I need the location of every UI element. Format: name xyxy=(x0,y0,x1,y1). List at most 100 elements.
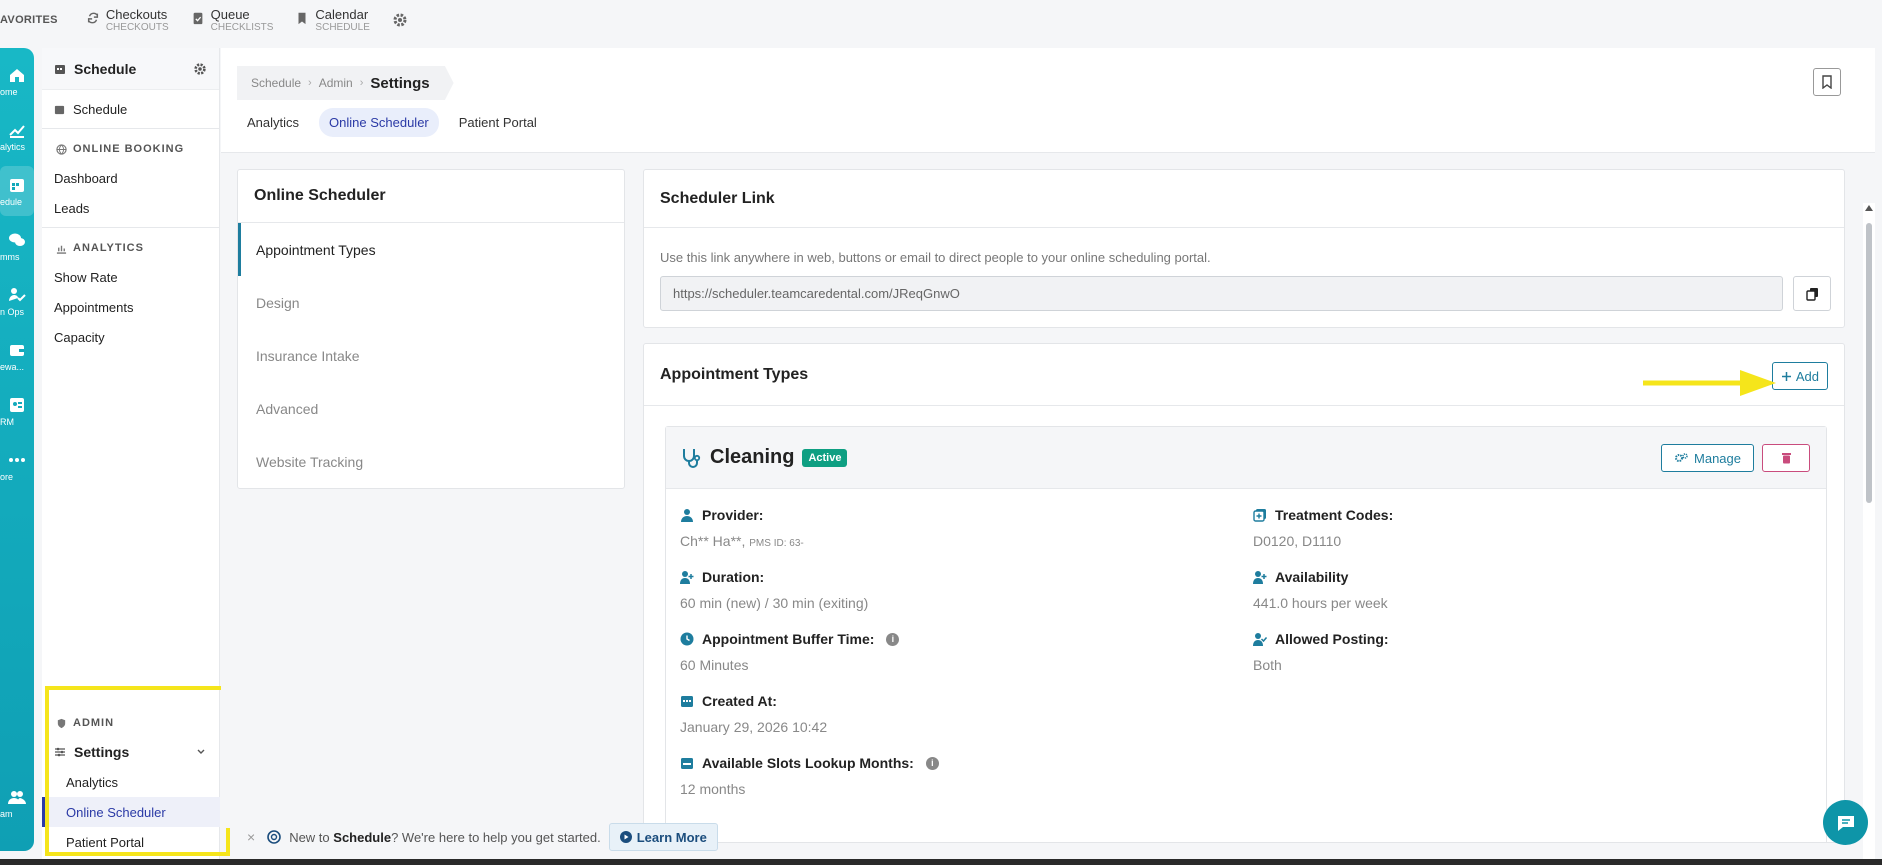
medical-plus-icon xyxy=(1253,509,1266,522)
breadcrumb: Schedule › Admin › Settings xyxy=(237,66,454,100)
field-label: Provider: xyxy=(702,507,764,523)
sidebar-item-admin-analytics[interactable]: Analytics xyxy=(42,767,220,797)
rail-crm[interactable]: RM xyxy=(0,386,34,436)
field-duration: Duration: 60 min (new) / 30 min (exiting… xyxy=(680,569,1200,611)
tab-patient-portal[interactable]: Patient Portal xyxy=(449,108,547,137)
section-online-booking: ONLINE BOOKING xyxy=(42,135,219,163)
gear-icon[interactable] xyxy=(392,12,408,28)
tab-online-scheduler[interactable]: Online Scheduler xyxy=(319,108,439,137)
sidebar-header: Schedule xyxy=(42,48,219,90)
delete-button[interactable] xyxy=(1762,444,1810,472)
globe-icon xyxy=(56,143,67,155)
sidebar-item-schedule[interactable]: Schedule xyxy=(42,94,219,124)
close-icon[interactable]: × xyxy=(247,829,255,845)
rail-ops[interactable]: n Ops xyxy=(0,276,34,326)
main-panel: Schedule › Admin › Settings Analytics On… xyxy=(221,48,1875,865)
help-text: New to Schedule? We're here to help you … xyxy=(289,829,601,845)
favorite-title: Checkouts xyxy=(105,6,168,22)
info-icon[interactable]: i xyxy=(886,632,900,646)
bookmark-icon xyxy=(298,12,306,24)
scrollbar[interactable] xyxy=(1863,203,1875,865)
breadcrumb-item[interactable]: Admin xyxy=(319,76,353,90)
menu-item-design[interactable]: Design xyxy=(238,276,624,329)
scroll-up-arrow[interactable] xyxy=(1865,205,1873,211)
help-bar: × New to Schedule? We're here to help yo… xyxy=(247,822,718,852)
rail-analytics[interactable]: alytics xyxy=(0,111,34,161)
add-appointment-type-button[interactable]: Add xyxy=(1771,362,1828,390)
field-slots-lookup: Available Slots Lookup Months: i 12 month… xyxy=(680,755,1200,797)
menu-item-advanced[interactable]: Advanced xyxy=(238,382,624,435)
field-value: 60 min (new) / 30 min (exiting) xyxy=(680,595,869,611)
more-icon xyxy=(9,457,25,462)
crm-icon xyxy=(10,397,24,412)
rail-comms[interactable]: mms xyxy=(0,221,34,271)
sidebar-item-label: Appointments xyxy=(54,299,134,315)
stethoscope-icon xyxy=(683,448,701,468)
sidebar-item-appointments[interactable]: Appointments xyxy=(42,292,219,322)
favorite-queue[interactable]: Queue CHECKLISTS xyxy=(191,7,273,34)
menu-item-insurance-intake[interactable]: Insurance Intake xyxy=(238,329,624,382)
shield-icon xyxy=(57,718,66,728)
menu-title: Online Scheduler xyxy=(238,170,624,223)
section-analytics: ANALYTICS xyxy=(42,234,219,262)
field-allowed-posting: Allowed Posting: Both xyxy=(1253,631,1773,673)
favorite-calendar[interactable]: Calendar SCHEDULE xyxy=(295,7,370,34)
copy-link-button[interactable] xyxy=(1793,276,1831,311)
breadcrumb-item[interactable]: Schedule xyxy=(251,76,301,90)
page-title: Settings xyxy=(370,74,430,92)
divider xyxy=(42,128,219,129)
field-value: Both xyxy=(1253,657,1282,673)
rail-more[interactable]: ore xyxy=(0,441,34,491)
favorite-subtitle: CHECKOUTS xyxy=(105,21,169,33)
clock-icon xyxy=(680,632,694,646)
scheduler-url-field[interactable]: https://scheduler.teamcaredental.com/JRe… xyxy=(660,276,1783,311)
rail-rewards[interactable]: ewa... xyxy=(0,331,34,381)
section-title: ANALYTICS xyxy=(73,242,144,254)
scrollbar-thumb[interactable] xyxy=(1866,223,1872,503)
section-title: ONLINE BOOKING xyxy=(73,143,185,155)
bookmark-button[interactable] xyxy=(1813,68,1841,96)
manage-button[interactable]: Manage xyxy=(1661,444,1754,472)
sidebar-item-leads[interactable]: Leads xyxy=(42,193,219,223)
play-icon xyxy=(619,831,632,843)
sidebar-item-label: Analytics xyxy=(66,774,119,790)
gears-icon xyxy=(1675,453,1688,462)
learn-more-label: Learn More xyxy=(636,829,707,845)
rail-label: ome xyxy=(0,86,18,97)
menu-item-website-tracking[interactable]: Website Tracking xyxy=(238,435,624,488)
sidebar-item-capacity[interactable]: Capacity xyxy=(42,322,219,352)
clipboard-check-icon xyxy=(193,12,202,24)
field-label: Availability xyxy=(1275,569,1349,585)
rail-schedule[interactable]: edule xyxy=(0,166,34,216)
learn-more-button[interactable]: Learn More xyxy=(608,823,718,851)
menu-item-appointment-types[interactable]: Appointment Types xyxy=(238,223,624,276)
appointment-type-card: Cleaning Active Manage Provider: Ch** Ha… xyxy=(665,426,1827,842)
favorite-checkouts[interactable]: Checkouts CHECKOUTS xyxy=(86,7,169,34)
sidebar-item-show-rate[interactable]: Show Rate xyxy=(42,262,219,292)
calendar-icon xyxy=(10,178,24,192)
rail-team[interactable]: am xyxy=(0,778,34,828)
tab-analytics[interactable]: Analytics xyxy=(237,108,309,137)
chat-widget-button[interactable] xyxy=(1823,800,1868,845)
sidebar-group-settings[interactable]: Settings xyxy=(42,737,220,767)
appointment-type-name: Cleaning xyxy=(710,446,795,468)
sidebar-item-patient-portal[interactable]: Patient Portal xyxy=(42,827,220,857)
taskbar-strip xyxy=(0,859,1882,865)
section-admin: ADMIN xyxy=(42,709,220,737)
rail-home[interactable]: ome xyxy=(0,56,34,106)
breadcrumb-separator: › xyxy=(308,77,312,89)
info-icon[interactable]: i xyxy=(925,756,939,770)
rail-label: n Ops xyxy=(0,306,25,317)
team-icon xyxy=(8,790,26,804)
section-title: ADMIN xyxy=(73,717,115,729)
trash-icon xyxy=(1781,453,1791,464)
chart-icon xyxy=(9,124,25,138)
gear-icon[interactable] xyxy=(193,62,207,76)
home-icon xyxy=(10,68,24,82)
sidebar-item-label: Capacity xyxy=(54,329,105,345)
divider xyxy=(42,227,219,228)
main-nav-rail: ome alytics edule mms n Ops ewa... RM or… xyxy=(0,48,34,851)
arrow-annotation xyxy=(1643,370,1776,396)
sidebar-item-online-scheduler[interactable]: Online Scheduler xyxy=(42,797,220,827)
sidebar-item-dashboard[interactable]: Dashboard xyxy=(42,163,219,193)
